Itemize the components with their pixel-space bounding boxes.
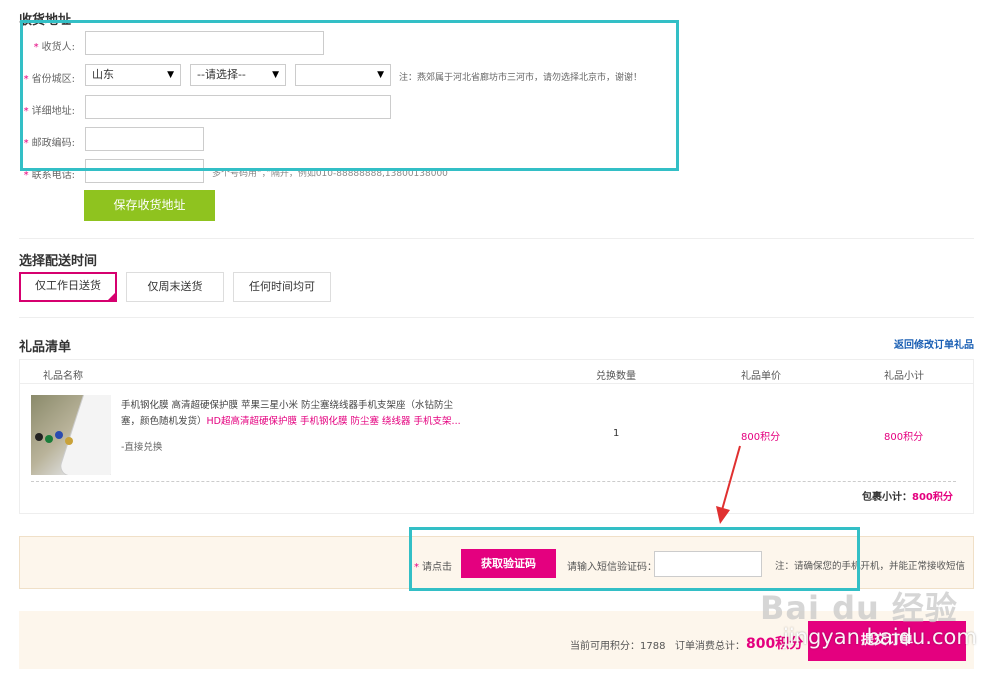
delivery-section-title: 选择配送时间 — [19, 254, 98, 269]
back-to-edit-link[interactable]: 返回修改订单礼品 — [894, 336, 974, 351]
gift-list-title: 礼品清单 — [19, 340, 72, 355]
product-thumbnail[interactable] — [31, 395, 111, 475]
product-name[interactable]: 手机钢化膜 高清超硬保护膜 苹果三星小米 防尘塞绕线器手机支架座（水钻防尘 塞，… — [121, 398, 466, 430]
item-subtotal: 800积分 — [884, 432, 924, 443]
divider — [20, 383, 973, 384]
divider — [19, 238, 974, 239]
save-address-button[interactable]: 保存收货地址 — [84, 190, 215, 221]
baidu-watermark-logo: Bai du 经验 — [760, 589, 958, 627]
divider — [19, 317, 974, 318]
order-total-label: 订单消费总计： — [675, 641, 745, 652]
delivery-option-weekend[interactable]: 仅周末送货 — [126, 272, 224, 302]
column-header-unit-price: 礼品单价 — [741, 371, 781, 382]
delivery-option-weekday[interactable]: 仅工作日送货 — [19, 272, 117, 302]
item-qty: 1 — [613, 428, 620, 439]
column-header-subtotal: 礼品小计 — [884, 371, 924, 382]
exchange-tag: -直接兑换 — [121, 442, 163, 453]
item-unit-price: 800积分 — [741, 432, 781, 443]
column-header-qty: 兑换数量 — [596, 371, 636, 382]
selected-corner-icon — [107, 292, 116, 301]
address-highlight-box — [20, 20, 679, 171]
verify-highlight-box — [409, 527, 860, 591]
dashed-divider — [31, 481, 956, 482]
package-subtotal: 包裹小计：800积分 — [862, 492, 953, 503]
baidu-watermark-url: jingyan.baidu.com — [783, 625, 977, 649]
annotation-arrow — [716, 445, 741, 524]
available-points: 当前可用积分：1788 — [570, 641, 666, 652]
delivery-option-anytime[interactable]: 任何时间均可 — [233, 272, 331, 302]
column-header-name: 礼品名称 — [43, 371, 83, 382]
